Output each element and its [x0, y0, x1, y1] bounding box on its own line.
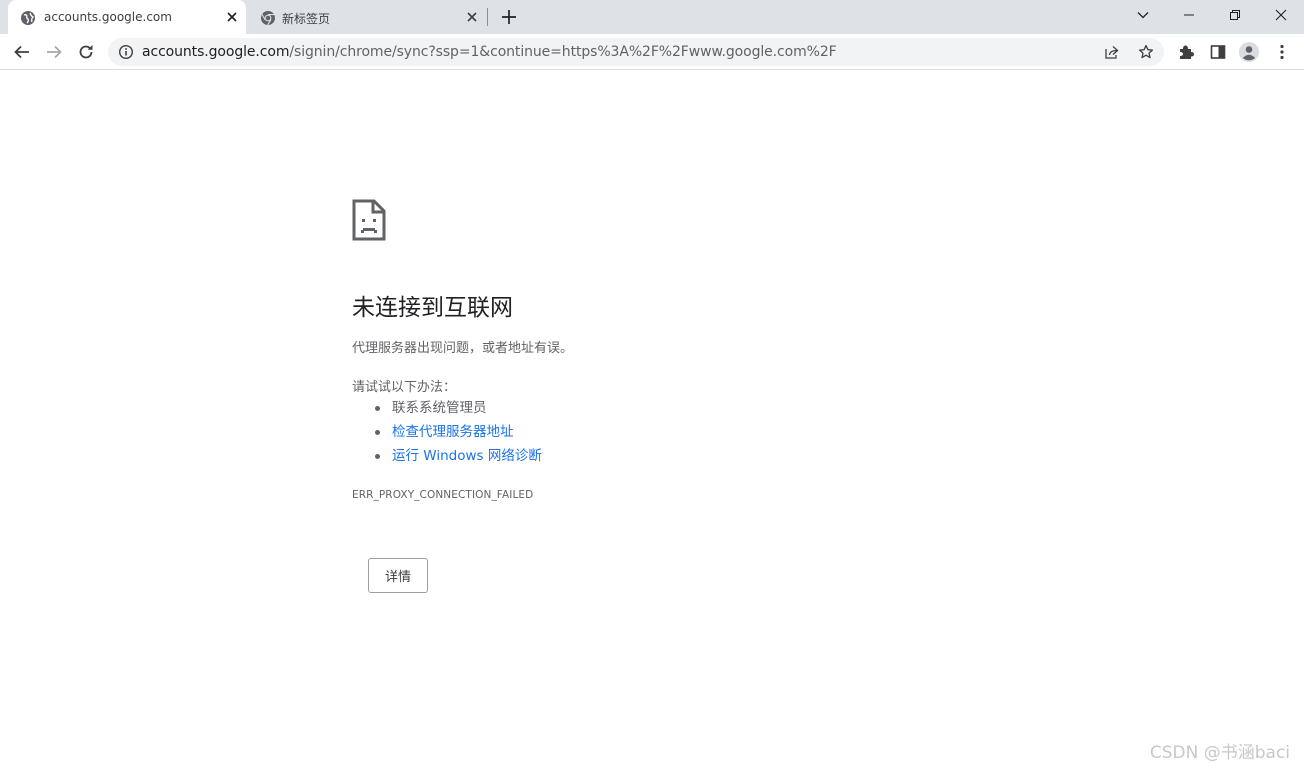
sad-page-icon: [352, 199, 386, 241]
tab-strip: accounts.google.com 新标签页: [0, 0, 1304, 34]
bullet-dot: [375, 430, 380, 435]
back-icon: [14, 45, 29, 59]
tab-title: accounts.google.com: [44, 10, 172, 24]
details-button[interactable]: 详情: [368, 558, 428, 593]
bullet-dot: [375, 406, 380, 411]
restore-icon: [1230, 10, 1240, 20]
suggestions-list: 联系系统管理员 检查代理服务器地址 运行 Windows 网络诊断: [352, 396, 542, 468]
new-tab-plus-icon[interactable]: [500, 8, 518, 26]
reload-icon: [79, 45, 93, 59]
suggestion-contact-admin: 联系系统管理员: [352, 396, 542, 420]
error-summary: 代理服务器出现问题，或者地址有误。: [352, 341, 574, 356]
profile-button[interactable]: [1239, 42, 1259, 62]
tab-search-button[interactable]: [1120, 0, 1166, 30]
chrome-icon: [261, 11, 275, 26]
close-window-button[interactable]: [1258, 0, 1304, 30]
profile-icon: [1239, 42, 1259, 62]
tab-title: 新标签页: [282, 12, 331, 26]
site-info-icon[interactable]: [118, 44, 134, 60]
side-panel-icon: [1210, 45, 1226, 59]
forward-button[interactable]: [44, 42, 64, 62]
url-path: /signin/chrome/sync?ssp=1&continue=https…: [289, 44, 837, 60]
minimize-button[interactable]: [1166, 0, 1212, 30]
restore-button[interactable]: [1212, 0, 1258, 30]
toolbar: accounts.google.com/signin/chrome/sync?s…: [0, 34, 1304, 70]
back-button[interactable]: [12, 42, 32, 62]
close-icon: [1275, 9, 1287, 21]
minimize-icon: [1184, 14, 1194, 16]
error-title: 未连接到互联网: [352, 295, 513, 321]
url-text: accounts.google.com/signin/chrome/sync?s…: [142, 44, 837, 60]
bookmark-star-icon[interactable]: [1138, 44, 1154, 60]
tab-accounts-google[interactable]: accounts.google.com: [8, 0, 246, 34]
error-code: ERR_PROXY_CONNECTION_FAILED: [352, 489, 534, 501]
forward-icon: [47, 45, 62, 59]
suggestion-text: 联系系统管理员: [392, 400, 487, 416]
suggestion-check-proxy: 检查代理服务器地址: [352, 420, 542, 444]
extensions-button[interactable]: [1176, 42, 1196, 62]
globe-icon: [21, 11, 35, 25]
suggestion-network-diagnostics: 运行 Windows 网络诊断: [352, 444, 542, 468]
tab-new-tab[interactable]: 新标签页: [250, 0, 486, 34]
tab-separator: [487, 8, 488, 26]
share-icon[interactable]: [1104, 44, 1120, 60]
address-bar[interactable]: accounts.google.com/signin/chrome/sync?s…: [108, 38, 1164, 66]
close-tab-icon[interactable]: [464, 9, 480, 25]
url-host: accounts.google.com: [142, 44, 290, 60]
extensions-icon: [1180, 45, 1194, 59]
chevron-down-icon: [1137, 12, 1149, 19]
close-tab-icon[interactable]: [224, 9, 240, 25]
check-proxy-link[interactable]: 检查代理服务器地址: [392, 424, 514, 440]
reload-button[interactable]: [76, 42, 96, 62]
bullet-dot: [375, 454, 380, 459]
menu-icon: [1280, 44, 1284, 60]
suggestions-heading: 请试试以下办法：: [352, 380, 457, 395]
network-diagnostics-link[interactable]: 运行 Windows 网络诊断: [392, 448, 542, 464]
side-panel-button[interactable]: [1208, 42, 1228, 62]
watermark: CSDN @书涵baci: [1149, 743, 1290, 763]
menu-button[interactable]: [1272, 42, 1292, 62]
